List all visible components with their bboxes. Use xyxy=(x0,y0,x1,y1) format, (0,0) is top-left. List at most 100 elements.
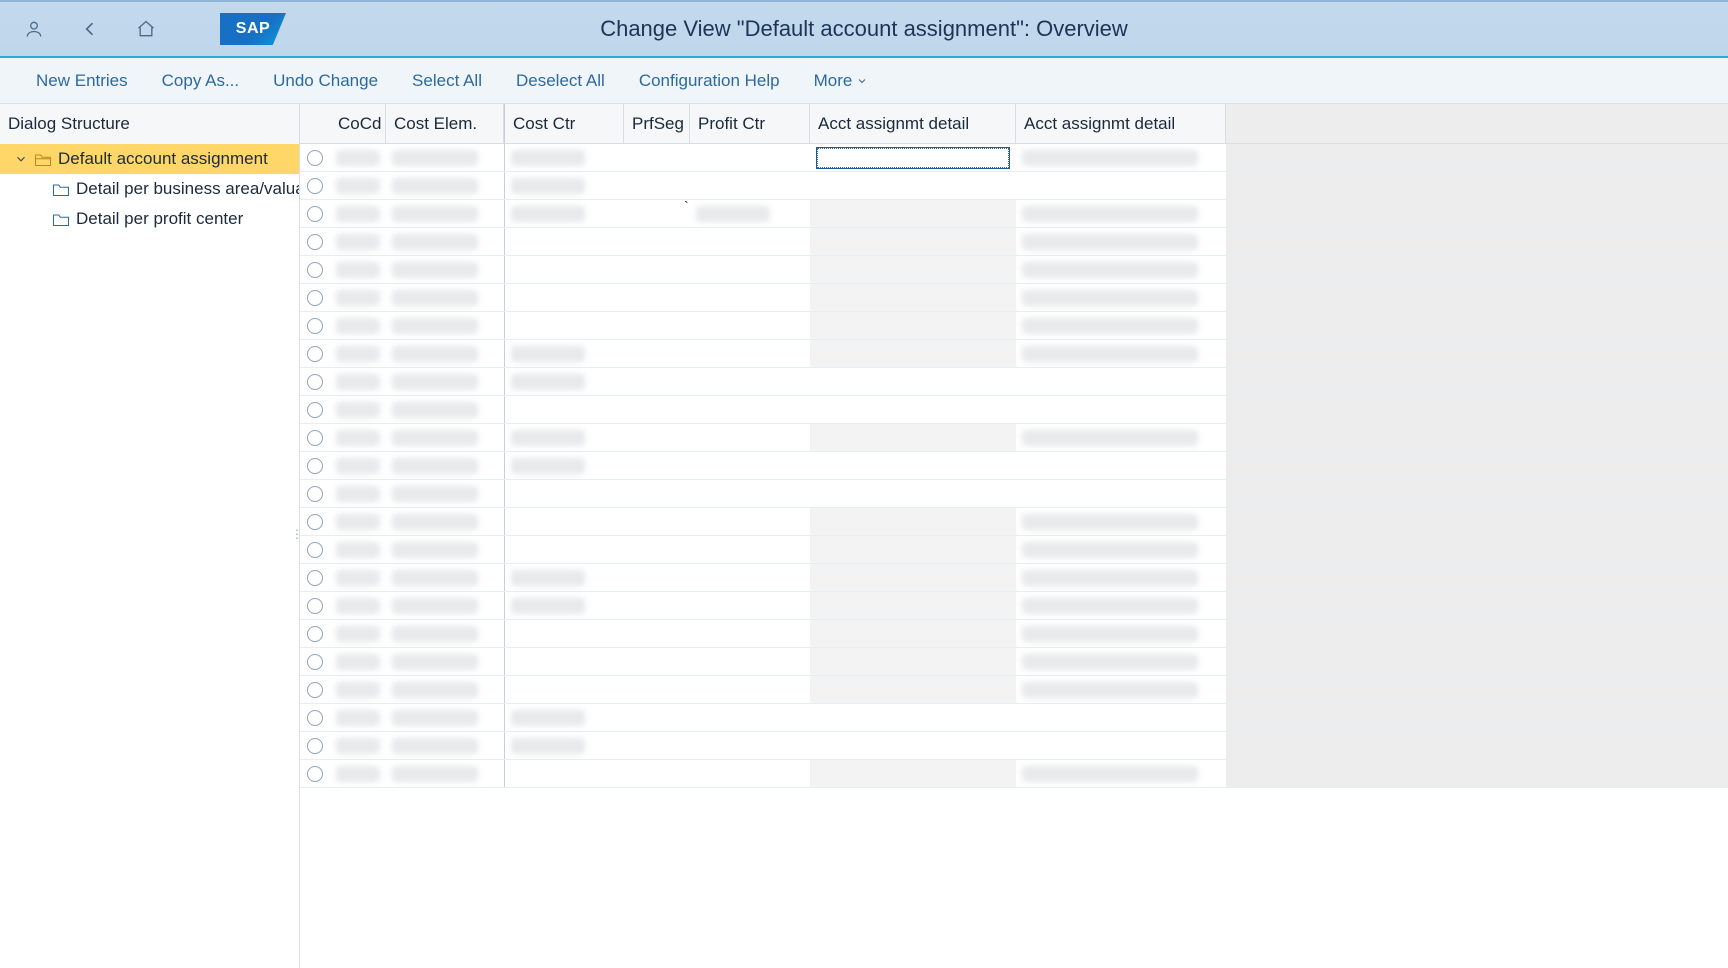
redacted-value xyxy=(336,150,380,166)
redacted-value xyxy=(392,430,478,446)
redacted-value xyxy=(392,458,478,474)
col-cocd[interactable]: CoCd xyxy=(330,104,386,143)
sap-logo: SAP xyxy=(220,13,286,45)
col-cost-elem[interactable]: Cost Elem. xyxy=(386,104,504,143)
redacted-value xyxy=(1022,570,1198,586)
home-icon[interactable] xyxy=(136,19,156,39)
row-select-radio[interactable] xyxy=(307,374,323,390)
splitter-handle[interactable]: ⋮ xyxy=(291,527,303,541)
deselect-all-button[interactable]: Deselect All xyxy=(516,71,605,91)
user-icon[interactable] xyxy=(24,19,44,39)
table-row xyxy=(300,732,1728,760)
redacted-value xyxy=(392,514,478,530)
tree-node-detail-profit-center[interactable]: Detail per profit center xyxy=(0,204,299,234)
redacted-value xyxy=(392,290,478,306)
chevron-down-icon xyxy=(14,152,28,166)
col-profit-ctr[interactable]: Profit Ctr xyxy=(690,104,810,143)
redacted-value xyxy=(1022,514,1198,530)
redacted-value xyxy=(336,178,380,194)
redacted-value xyxy=(336,710,380,726)
redacted-value xyxy=(511,570,585,586)
redacted-value xyxy=(1022,682,1198,698)
redacted-value xyxy=(336,458,380,474)
table-body: ` xyxy=(300,144,1728,968)
row-select-radio[interactable] xyxy=(307,402,323,418)
col-cost-ctr[interactable]: Cost Ctr xyxy=(504,104,624,143)
row-select-radio[interactable] xyxy=(307,150,323,166)
row-select-radio[interactable] xyxy=(307,654,323,670)
redacted-value xyxy=(336,318,380,334)
redacted-value xyxy=(336,262,380,278)
table-row: ` xyxy=(300,200,1728,228)
row-select-radio[interactable] xyxy=(307,514,323,530)
header-bar: SAP Change View "Default account assignm… xyxy=(0,0,1728,56)
table-row xyxy=(300,228,1728,256)
table-row xyxy=(300,480,1728,508)
table-row xyxy=(300,312,1728,340)
redacted-value xyxy=(392,682,478,698)
table-row xyxy=(300,760,1728,788)
back-icon[interactable] xyxy=(80,19,100,39)
row-select-radio[interactable] xyxy=(307,682,323,698)
row-select-radio[interactable] xyxy=(307,346,323,362)
acct-detail-input[interactable] xyxy=(816,147,1010,169)
table-row xyxy=(300,564,1728,592)
row-select-radio[interactable] xyxy=(307,738,323,754)
redacted-value xyxy=(1022,262,1198,278)
redacted-value xyxy=(336,430,380,446)
redacted-value xyxy=(511,150,585,166)
redacted-value xyxy=(696,206,770,222)
tree-node-label: Detail per business area/valuation area xyxy=(76,179,299,199)
copy-as-button[interactable]: Copy As... xyxy=(162,71,239,91)
row-select-radio[interactable] xyxy=(307,766,323,782)
more-menu[interactable]: More xyxy=(814,71,869,91)
select-all-button[interactable]: Select All xyxy=(412,71,482,91)
configuration-help-button[interactable]: Configuration Help xyxy=(639,71,780,91)
col-prfseg[interactable]: PrfSeg xyxy=(624,104,690,143)
tree-node-default-account-assignment[interactable]: Default account assignment xyxy=(0,144,299,174)
row-select-radio[interactable] xyxy=(307,206,323,222)
row-select-radio[interactable] xyxy=(307,234,323,250)
redacted-value xyxy=(392,178,478,194)
table: CoCd Cost Elem. Cost Ctr PrfSeg Profit C… xyxy=(300,104,1728,968)
row-select-radio[interactable] xyxy=(307,598,323,614)
row-select-radio[interactable] xyxy=(307,486,323,502)
row-select-radio[interactable] xyxy=(307,626,323,642)
row-select-radio[interactable] xyxy=(307,542,323,558)
col-acct-detail-1[interactable]: Acct assignmt detail xyxy=(810,104,1016,143)
redacted-value xyxy=(392,766,478,782)
chevron-down-icon xyxy=(856,75,868,87)
row-select-radio[interactable] xyxy=(307,710,323,726)
table-header: CoCd Cost Elem. Cost Ctr PrfSeg Profit C… xyxy=(300,104,1728,144)
dialog-structure-header: Dialog Structure xyxy=(0,104,299,144)
redacted-value xyxy=(336,206,380,222)
tree-node-detail-business-area[interactable]: Detail per business area/valuation area xyxy=(0,174,299,204)
redacted-value xyxy=(336,626,380,642)
row-select-radio[interactable] xyxy=(307,178,323,194)
table-row xyxy=(300,368,1728,396)
col-acct-detail-2[interactable]: Acct assignmt detail xyxy=(1016,104,1226,143)
redacted-value xyxy=(1022,430,1198,446)
redacted-value xyxy=(392,234,478,250)
redacted-value xyxy=(336,486,380,502)
redacted-value xyxy=(1022,206,1198,222)
redacted-value xyxy=(511,738,585,754)
redacted-value xyxy=(336,542,380,558)
table-row xyxy=(300,340,1728,368)
undo-change-button[interactable]: Undo Change xyxy=(273,71,378,91)
folder-open-icon xyxy=(34,152,52,167)
new-entries-button[interactable]: New Entries xyxy=(36,71,128,91)
row-select-radio[interactable] xyxy=(307,318,323,334)
redacted-value xyxy=(392,542,478,558)
row-select-radio[interactable] xyxy=(307,262,323,278)
dialog-structure-panel: Dialog Structure Default account assignm… xyxy=(0,104,300,968)
table-row xyxy=(300,424,1728,452)
row-select-radio[interactable] xyxy=(307,570,323,586)
redacted-value xyxy=(511,458,585,474)
redacted-value xyxy=(336,738,380,754)
redacted-value xyxy=(392,626,478,642)
redacted-value xyxy=(1022,598,1198,614)
row-select-radio[interactable] xyxy=(307,430,323,446)
row-select-radio[interactable] xyxy=(307,290,323,306)
row-select-radio[interactable] xyxy=(307,458,323,474)
